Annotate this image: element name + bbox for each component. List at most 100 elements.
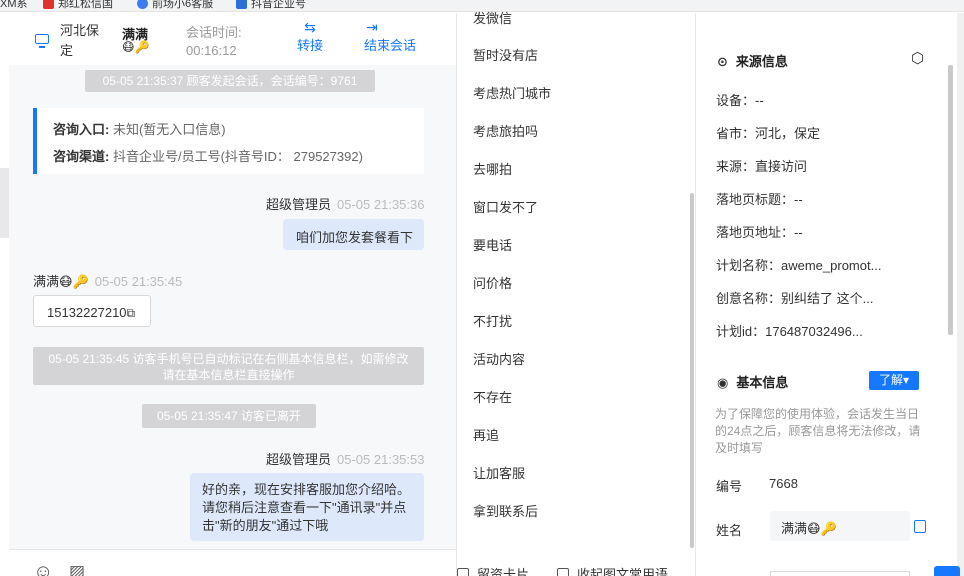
province-field: 省市：河北，保定 (716, 126, 821, 141)
learn-more-dropdown[interactable]: 了解▾ (869, 371, 919, 390)
transfer-icon: ⇆ (304, 19, 316, 35)
id-value: 7668 (769, 476, 798, 491)
bookmark-favicon-icon (43, 0, 54, 9)
quick-reply-item[interactable]: 窗口发不了 (473, 197, 538, 216)
user-icon: ◉ (717, 375, 729, 390)
end-session-button[interactable]: ⇥ 结束会话 (364, 19, 416, 54)
edit-notice: 为了保障您的使用体验，会话发生当日的24点之后，顾客信息将无法修改，请及时填写 (715, 407, 921, 455)
source-info-header: ⊙ 来源信息 (717, 51, 788, 70)
consult-channel-label: 咨询渠道: (53, 149, 110, 164)
next-field[interactable] (770, 571, 910, 576)
info-scrollbar[interactable] (948, 65, 953, 335)
quick-reply-item[interactable]: 不存在 (473, 387, 512, 406)
chat-panel: 河北保定 满满 😷🔑 会话时间: 00:16:12 ⇆ 转接 ⇥ 结束会话 05… (0, 13, 456, 576)
end-session-label: 结束会话 (364, 38, 417, 53)
agent-name: 超级管理员 (266, 452, 332, 467)
bookmark-item[interactable]: XM系 (0, 0, 28, 11)
collapse-icon (557, 568, 569, 576)
card-icon (457, 568, 469, 576)
creative-name-field: 创意名称：别纠结了 这个... (716, 291, 874, 306)
device-field: 设备：-- (716, 93, 764, 108)
agent-message-bubble: 咱们加您发套餐看下 (283, 219, 424, 250)
visitor-message-meta: 满满😷🔑 05-05 21:35:45 (33, 271, 182, 290)
basic-info-header: ◉ 基本信息 (717, 372, 788, 391)
bookmark-favicon-icon (137, 0, 148, 9)
consult-entry-value: 未知(暂无入口信息) (109, 122, 226, 137)
quick-reply-scrollbar[interactable] (690, 193, 694, 548)
bookmark-item[interactable]: 前场小6客服 (137, 0, 213, 11)
bookmark-item[interactable]: 郑红松信国 (43, 0, 113, 11)
visitor-name: 满满😷🔑 (33, 274, 89, 289)
source-info-title: 来源信息 (735, 54, 788, 69)
quick-reply-item[interactable]: 要电话 (473, 235, 512, 254)
chat-header: 河北保定 满满 😷🔑 会话时间: 00:16:12 ⇆ 转接 ⇥ 结束会话 (9, 13, 456, 65)
landing-url-field: 落地页地址：-- (716, 225, 803, 240)
quick-reply-item[interactable]: 去哪拍 (473, 159, 512, 178)
consult-entry-label: 咨询入口: (53, 122, 110, 137)
visitor-phone-message[interactable]: 15132227210⧉ (33, 295, 151, 327)
quick-reply-item[interactable]: 考虑旅拍吗 (473, 121, 538, 140)
quick-reply-item[interactable]: 拿到联系后 (473, 501, 538, 520)
bookmark-item[interactable]: 抖音企业号 (236, 0, 306, 11)
smile-icon[interactable]: ☺ (33, 561, 53, 576)
quick-reply-item[interactable]: 暂时没有店 (473, 45, 538, 64)
collapse-phrases-button[interactable]: 收起图文常用语 (557, 564, 668, 576)
source-field: 来源：直接访问 (716, 159, 808, 174)
copy-icon[interactable] (914, 520, 926, 533)
name-label: 姓名 (716, 523, 743, 538)
copy-icon[interactable]: ⧉ (127, 306, 136, 320)
settings-hex-icon[interactable]: ⬡ (911, 49, 924, 67)
monitor-icon (35, 34, 49, 48)
message-time: 05-05 21:35:53 (337, 452, 425, 467)
message-time: 05-05 21:35:45 (94, 274, 183, 289)
consult-info-card: 咨询入口: 未知(暂无入口信息) 咨询渠道: 抖音企业号/员工号(抖音号ID： … (33, 108, 424, 174)
agent-message-meta: 超级管理员 05-05 21:35:53 (266, 449, 424, 468)
plan-name-field: 计划名称：aweme_promot... (716, 258, 882, 273)
panel-edge (0, 13, 9, 576)
system-message: 05-05 21:35:45 访客手机号已自动标记在右侧基本信息栏，如需修改请在… (33, 347, 424, 385)
landing-title-field: 落地页标题：-- (716, 192, 803, 207)
transfer-button[interactable]: ⇆ 转接 (297, 19, 323, 54)
bookmark-label: XM系 (0, 0, 28, 10)
collapse-phrases-label: 收起图文常用语 (577, 567, 669, 576)
quick-reply-item[interactable]: 让加客服 (473, 463, 525, 482)
session-time-value: 00:16:12 (186, 43, 237, 58)
image-icon[interactable]: ▨ (69, 562, 85, 576)
system-message: 05-05 21:35:37 顾客发起会话，会话编号：9761 (85, 70, 375, 92)
system-message: 05-05 21:35:47 访客已离开 (142, 404, 316, 428)
window-edge (957, 13, 964, 576)
chat-float-button[interactable] (934, 566, 960, 576)
visitor-emoji: 😷🔑 (122, 40, 150, 54)
chat-toolbar: ☺ ▨ (9, 549, 456, 576)
bookmark-favicon-icon (236, 0, 247, 9)
transfer-label: 转接 (297, 38, 324, 53)
visitor-info-panel: ⊙ 来源信息 ⬡ 设备：-- 省市：河北，保定 来源：直接访问 落地页标题：-- … (697, 13, 964, 576)
quick-reply-item[interactable]: 活动内容 (473, 349, 525, 368)
exit-icon: ⇥ (366, 19, 378, 35)
consult-entry-row: 咨询入口: 未知(暂无入口信息) (53, 119, 226, 138)
agent-message-bubble: 好的亲，现在安排客服加您介绍哈。请您稍后注意查看一下"通讯录"并点击"新的朋友"… (190, 473, 424, 541)
consult-channel-row: 咨询渠道: 抖音企业号/员工号(抖音号ID： 279527392) (53, 146, 363, 165)
plan-id-field: 计划id：176487032496... (716, 324, 863, 339)
message-time: 05-05 21:35:36 (337, 197, 425, 212)
location-pin-icon: ⊙ (717, 54, 728, 69)
edge-shade (0, 168, 9, 238)
bookmark-label: 前场小6客服 (152, 0, 214, 10)
visitor-phone-text: 15132227210 (47, 305, 127, 320)
quick-reply-item[interactable]: 不打扰 (473, 311, 512, 330)
agent-message-meta: 超级管理员 05-05 21:35:36 (266, 194, 424, 213)
quick-reply-item[interactable]: 发微信 (473, 8, 512, 27)
bookmark-label: 郑红松信国 (58, 0, 113, 10)
session-time-label: 会话时间: (186, 25, 242, 40)
quick-reply-panel: 发微信 暂时没有店 考虑热门城市 考虑旅拍吗 去哪拍 窗口发不了 要电话 问价格… (456, 11, 696, 576)
basic-info-title: 基本信息 (736, 375, 789, 390)
quick-reply-item[interactable]: 考虑热门城市 (473, 83, 551, 102)
quick-reply-item[interactable]: 再追 (473, 425, 499, 444)
lead-card-button[interactable]: 留资卡片 (457, 564, 529, 576)
bookmark-label: 抖音企业号 (251, 0, 306, 10)
name-field[interactable]: 满满😷🔑 (770, 511, 910, 541)
app-window: XM系 郑红松信国 前场小6客服 抖音企业号 河北保定 满满 😷🔑 会话时间: … (0, 0, 964, 576)
quick-reply-item[interactable]: 问价格 (473, 273, 512, 292)
consult-channel-value: 抖音企业号/员工号(抖音号ID： 279527392) (109, 149, 363, 164)
visitor-location: 河北保定 (60, 23, 100, 58)
